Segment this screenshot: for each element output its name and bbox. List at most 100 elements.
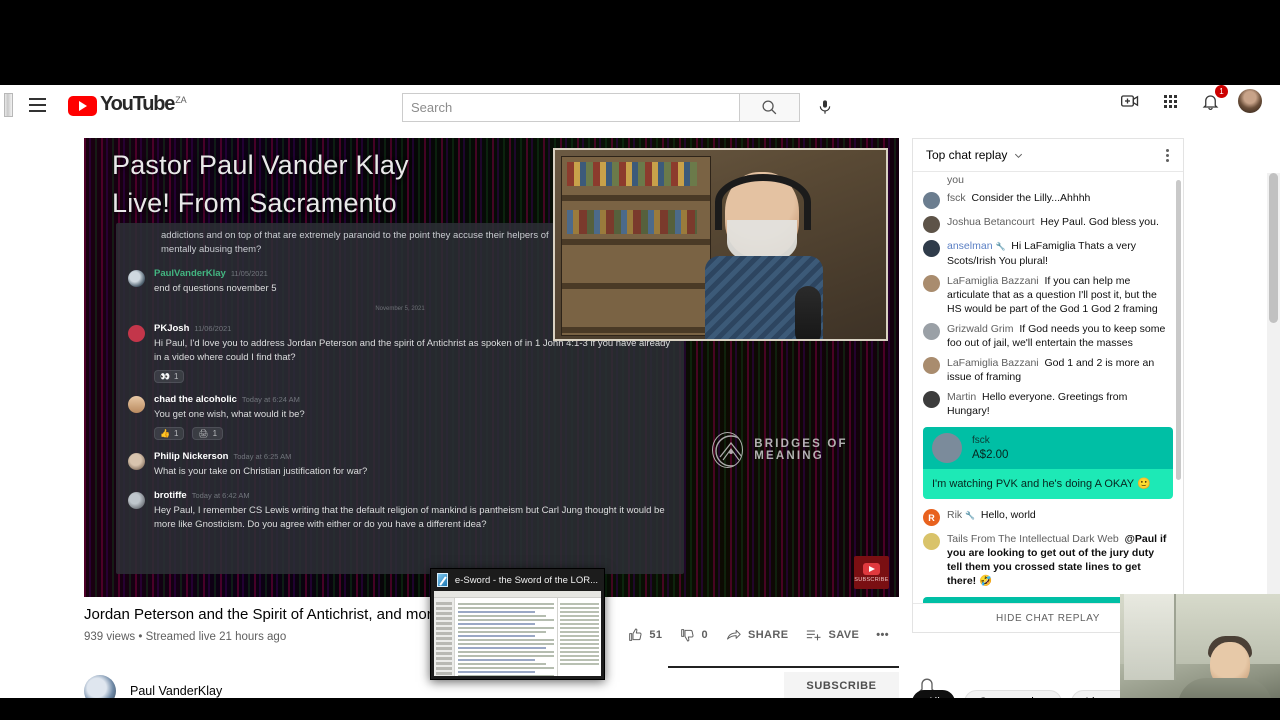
discord-reaction[interactable]: 👀 1 — [154, 370, 185, 383]
chat-author[interactable]: LaFamiglia Bazzani — [947, 357, 1039, 369]
save-to-playlist-icon — [807, 630, 821, 641]
dislike-count: 0 — [701, 629, 708, 641]
superchat-header: fsck A$2.00 — [923, 427, 1173, 469]
discord-timestamp: Today at 6:25 AM — [233, 452, 292, 461]
chat-author[interactable]: Tails From The Intellectual Dark Web — [947, 533, 1119, 545]
superchat-item[interactable]: fsck A$2.00 I'm watching PVK and he's do… — [923, 427, 1173, 499]
screen-root: YouTube ZA Search 1 Pastor Paul Vander K… — [0, 0, 1280, 720]
headphones-icon — [715, 174, 811, 230]
chat-text: Hey Paul. God bless you. — [1040, 216, 1159, 228]
chat-author[interactable]: Grizwald Grim — [947, 323, 1014, 335]
chat-mode-label: Top chat replay — [926, 148, 1008, 162]
chat-replay-header: Top chat replay — [913, 139, 1183, 172]
chat-cut-message: you — [947, 174, 964, 186]
esword-bible-text-pane[interactable] — [455, 598, 557, 676]
search-button[interactable] — [740, 92, 800, 122]
kebab-menu-icon[interactable] — [1162, 145, 1173, 166]
discord-reaction[interactable]: 👍 1 — [154, 427, 185, 440]
list-item: Grizwald Grim If God needs you to keep s… — [913, 319, 1183, 353]
esword-window[interactable]: e-Sword - the Sword of the LOR... — [430, 568, 605, 680]
search-box[interactable] — [402, 92, 740, 122]
list-item: LaFamiglia Bazzani God 1 and 2 is more a… — [913, 353, 1183, 387]
discord-author: Philip Nickerson — [154, 451, 229, 462]
masthead-right: 1 — [1118, 85, 1262, 113]
chat-text: Hello, world — [980, 509, 1036, 521]
letterbox-bottom — [0, 698, 1280, 720]
notifications-button[interactable]: 1 — [1198, 85, 1228, 113]
chat-avatar[interactable] — [923, 216, 940, 233]
save-button[interactable]: SAVE — [805, 627, 859, 643]
youtube-apps-grid-icon[interactable] — [1158, 89, 1182, 113]
chat-avatar[interactable] — [923, 391, 940, 408]
actions-underline — [668, 666, 899, 668]
bridges-logo-icon — [712, 432, 744, 468]
chat-author[interactable]: Rik — [947, 509, 962, 521]
chat-message-list[interactable]: you fsck Consider the Lilly...Ahhhh Josh… — [913, 172, 1183, 603]
create-video-icon[interactable] — [1118, 89, 1142, 113]
more-actions-button[interactable]: ••• — [876, 629, 889, 641]
youtube-play-icon — [863, 562, 880, 575]
thumbs-up-icon — [629, 628, 642, 641]
share-button[interactable]: SHARE — [725, 627, 789, 643]
chat-author[interactable]: anselman — [947, 240, 993, 252]
esword-window-title: e-Sword - the Sword of the LOR... — [454, 574, 598, 586]
esword-toolbar[interactable] — [434, 591, 601, 598]
discord-avatar — [128, 492, 145, 509]
superchat-amount: A$2.00 — [972, 448, 1009, 461]
chat-avatar[interactable] — [923, 357, 940, 374]
page-scrollbar-thumb[interactable] — [1269, 173, 1278, 323]
esword-sidebar[interactable] — [434, 598, 455, 676]
esword-commentary-pane[interactable] — [557, 598, 601, 676]
youtube-country-code: ZA — [175, 94, 187, 105]
superchat-author: fsck — [972, 434, 990, 446]
chat-avatar[interactable] — [923, 192, 940, 209]
avatar[interactable] — [1238, 89, 1262, 113]
channel-name[interactable]: Paul VanderKlay — [130, 684, 222, 698]
discord-avatar — [128, 453, 145, 470]
subscribe-button[interactable]: SUBSCRIBE — [784, 672, 899, 700]
chat-avatar[interactable] — [923, 533, 940, 550]
video-player[interactable]: Pastor Paul Vander Klay Live! From Sacra… — [84, 138, 899, 597]
chat-author[interactable]: Martin — [947, 391, 976, 403]
discord-reaction-emoji: 🖨 — [198, 429, 209, 438]
like-button[interactable]: 51 — [627, 627, 662, 643]
microphone-icon — [819, 100, 831, 114]
player-overlay-title-line1: Pastor Paul Vander Klay — [112, 150, 409, 180]
search-input[interactable] — [411, 99, 731, 115]
chat-author[interactable]: Joshua Betancourt — [947, 216, 1035, 228]
share-label: SHARE — [747, 629, 789, 641]
esword-columns — [434, 598, 601, 676]
chat-avatar[interactable] — [923, 240, 940, 257]
discord-author: PaulVanderKlay — [154, 268, 226, 279]
dislike-button[interactable]: 0 — [679, 627, 708, 643]
bridges-of-meaning-text: BRIDGES OF MEANING — [754, 438, 848, 462]
discord-reactions: 👍 1 🖨 1 — [154, 427, 672, 440]
voice-search-button[interactable] — [808, 90, 842, 124]
list-item: Martin Hello everyone. Greetings from Hu… — [913, 387, 1183, 421]
chat-author[interactable]: fsck — [947, 192, 966, 204]
chat-author[interactable]: LaFamiglia Bazzani — [947, 275, 1039, 287]
discord-reaction[interactable]: 🖨 1 — [192, 427, 224, 440]
moderator-wrench-icon: 🔧 — [965, 511, 976, 520]
list-item: anselman 🔧 Hi LaFamiglia Thats a very Sc… — [913, 236, 1183, 271]
e-sword-app-icon — [437, 573, 448, 587]
search-icon — [762, 99, 777, 114]
hamburger-icon[interactable] — [22, 90, 52, 120]
chat-scrollbar[interactable] — [1176, 180, 1181, 480]
subscribe-watermark[interactable]: SUBSCRIBE — [854, 556, 889, 589]
discord-reaction-emoji: 👍 — [160, 429, 170, 438]
discord-author: PKJosh — [154, 323, 190, 334]
chat-avatar — [932, 433, 962, 463]
esword-titlebar[interactable]: e-Sword - the Sword of the LOR... — [431, 569, 604, 591]
window-scroll-nub[interactable] — [4, 92, 13, 117]
search-area — [402, 90, 842, 124]
chat-mode-selector[interactable]: Top chat replay — [926, 148, 1024, 162]
chat-avatar[interactable]: R — [923, 509, 940, 526]
esword-content — [434, 591, 601, 676]
speaker-figure — [703, 168, 833, 339]
youtube-logo[interactable]: YouTube ZA — [68, 93, 187, 116]
youtube-masthead: YouTube ZA Search 1 — [0, 85, 1280, 124]
chat-avatar[interactable] — [923, 323, 940, 340]
chat-avatar[interactable] — [923, 275, 940, 292]
save-label: SAVE — [828, 629, 860, 641]
